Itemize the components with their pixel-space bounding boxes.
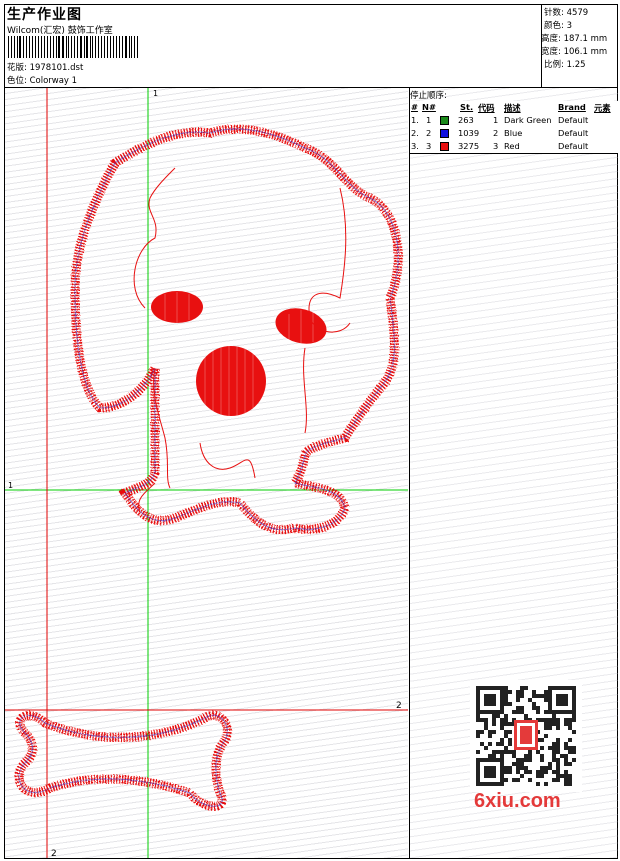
cell-num: 1. (411, 115, 419, 125)
color-count: 颜色: 3 (544, 21, 572, 31)
design-height: 高度: 187.1 mm (541, 34, 608, 44)
cell-st: 263 (458, 115, 474, 125)
cell-code: 1 (493, 115, 499, 125)
cell-desc: Blue (504, 128, 523, 138)
skull-outline (70, 124, 403, 535)
cell-st: 1039 (458, 128, 480, 138)
colorway-value: Colorway 1 (29, 76, 78, 86)
cell-brand: Default (558, 128, 589, 138)
cell-n: 2 (426, 128, 432, 138)
cell-code: 3 (493, 141, 499, 151)
cell-num: 2. (411, 128, 419, 138)
guide-label-left: 1 (8, 481, 13, 490)
nose-fill (196, 346, 266, 416)
guide-label-bottom: 2 (51, 849, 57, 858)
qr-code (470, 680, 582, 792)
embroidery-preview: 1 1 2 2 (5, 88, 408, 858)
table-row: 3. 3 3275 3 Red Default (410, 140, 618, 153)
table-header-row: # N# St. 代码 描述 Brand 元素 (411, 102, 611, 113)
cell-desc: Dark Green (504, 115, 552, 125)
color-swatch (440, 116, 449, 125)
colorway-label: 色位: (7, 76, 27, 86)
color-swatch (440, 129, 449, 138)
studio-name: Wilcom(汇宏) 鼓饰工作室 (7, 26, 113, 36)
cell-n: 1 (426, 115, 432, 125)
design-canvas: 1 1 2 2 (5, 88, 408, 858)
design-scale: 比例: 1.25 (544, 60, 586, 70)
barcode (8, 36, 140, 58)
design-label: 花版: (7, 63, 27, 73)
cell-desc: Red (504, 141, 520, 151)
cell-code: 2 (493, 128, 499, 138)
bone-outline (14, 711, 232, 811)
table-row: 1. 1 263 1 Dark Green Default (410, 114, 618, 127)
stop-sequence-title: 停止顺序: (410, 91, 447, 101)
stop-sequence-table: # N# St. 代码 描述 Brand 元素 1. 1 263 1 Dark Gree… (410, 101, 618, 154)
cell-brand: Default (558, 141, 589, 151)
guide-label-top: 1 (153, 89, 158, 98)
design-file-row: 花版: 1978101.dst (7, 61, 83, 73)
guide-label-right: 2 (396, 701, 402, 711)
color-swatch (440, 142, 449, 151)
watermark-logo: 6xiu.com (474, 790, 561, 812)
table-row: 2. 2 1039 2 Blue Default (410, 127, 618, 140)
design-width: 宽度: 106.1 mm (541, 47, 608, 57)
cell-n: 3 (426, 141, 432, 151)
design-value: 1978101.dst (29, 63, 84, 73)
stitch-count: 针数: 4579 (544, 8, 589, 18)
colorway-row: 色位: Colorway 1 (7, 74, 77, 86)
cell-brand: Default (558, 115, 589, 125)
page-title: 生产作业图 (7, 7, 82, 23)
cell-num: 3. (411, 141, 419, 151)
cell-st: 3275 (458, 141, 480, 151)
